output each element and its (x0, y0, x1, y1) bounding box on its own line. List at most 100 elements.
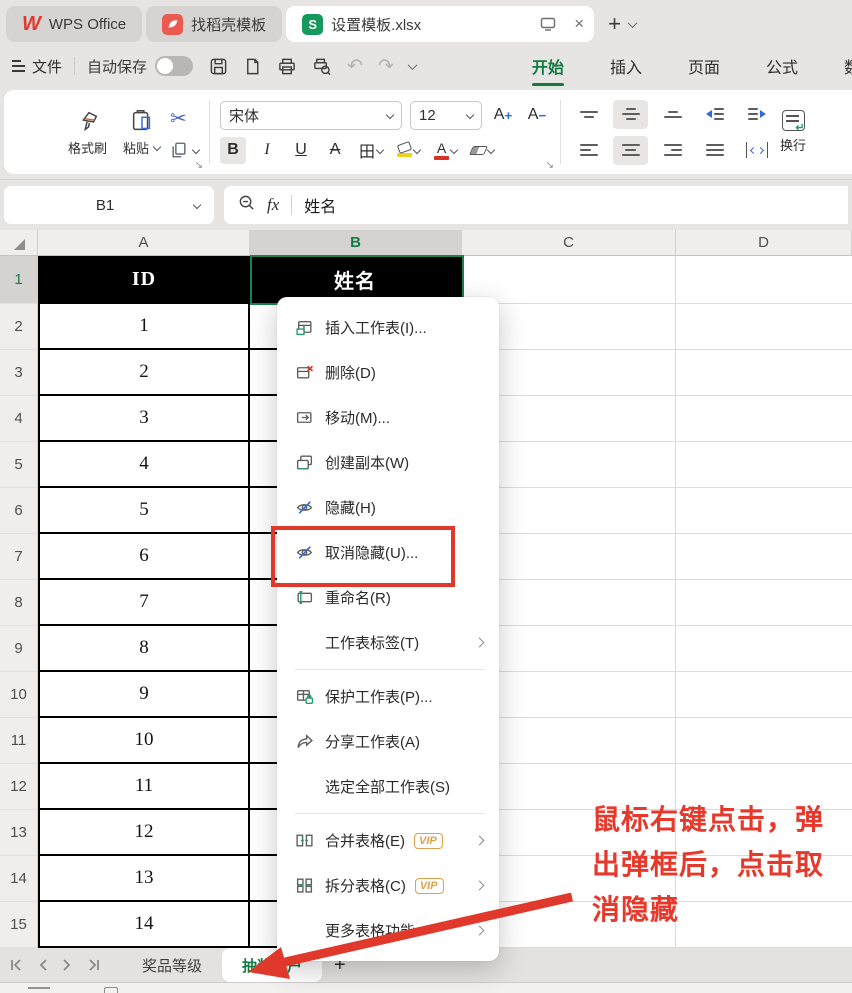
cell-col-a[interactable]: 14 (38, 902, 250, 948)
paste-button[interactable]: 粘贴 (115, 104, 168, 161)
italic-button[interactable]: I (254, 137, 280, 164)
align-top-button[interactable] (571, 100, 606, 129)
cell-col-d[interactable] (676, 580, 852, 626)
cell-col-a[interactable]: 10 (38, 718, 250, 764)
tab-formula[interactable]: 公式 (764, 50, 800, 82)
cell-col-d[interactable] (676, 304, 852, 350)
enter-workspace-icon[interactable] (540, 17, 556, 31)
row-header[interactable]: 2 (0, 304, 38, 350)
align-bottom-button[interactable] (655, 100, 690, 129)
bold-button[interactable]: B (220, 137, 246, 164)
cell-col-a[interactable]: 9 (38, 672, 250, 718)
format-painter-button[interactable]: 格式刷 (60, 104, 115, 161)
menu-item[interactable]: 更多表格功能 (277, 908, 499, 953)
zoom-out-icon[interactable] (238, 194, 255, 216)
row-header[interactable]: 3 (0, 350, 38, 396)
cell-col-a[interactable]: 12 (38, 810, 250, 856)
cell-col-d[interactable] (676, 672, 852, 718)
tab-page[interactable]: 页面 (686, 50, 722, 82)
cell-a1[interactable]: ID (38, 256, 250, 304)
sheet-nav-prev-icon[interactable] (38, 959, 48, 971)
row-header[interactable]: 8 (0, 580, 38, 626)
row-header[interactable]: 1 (0, 256, 38, 304)
strikethrough-button[interactable]: A (322, 137, 348, 164)
tab-insert[interactable]: 插入 (608, 50, 644, 82)
tab-home[interactable]: 开始 (530, 50, 566, 82)
cell-col-a[interactable]: 13 (38, 856, 250, 902)
row-header[interactable]: 11 (0, 718, 38, 764)
row-header[interactable]: 9 (0, 626, 38, 672)
cell-d1[interactable] (676, 256, 852, 304)
menu-item[interactable]: 移动(M)... (277, 395, 499, 440)
fill-color-button[interactable] (394, 137, 423, 164)
row-header[interactable]: 12 (0, 764, 38, 810)
cell-col-a[interactable]: 7 (38, 580, 250, 626)
save-icon[interactable] (209, 57, 228, 76)
menu-item[interactable]: 选定全部工作表(S) (277, 764, 499, 809)
row-header[interactable]: 5 (0, 442, 38, 488)
row-header[interactable]: 7 (0, 534, 38, 580)
cell-col-d[interactable] (676, 626, 852, 672)
menu-item[interactable]: 创建副本(W) (277, 440, 499, 485)
document-tab[interactable]: S 设置模板.xlsx × (286, 6, 594, 42)
cell-col-d[interactable] (676, 442, 852, 488)
row-header[interactable]: 13 (0, 810, 38, 856)
output-pdf-icon[interactable] (243, 57, 262, 76)
column-header-b[interactable]: B (250, 230, 462, 256)
menu-item[interactable]: 重命名(R) (277, 575, 499, 620)
font-name-select[interactable]: 宋体 (220, 101, 402, 130)
cell-col-d[interactable] (676, 396, 852, 442)
menu-item[interactable]: 取消隐藏(U)... (277, 530, 499, 575)
align-left-button[interactable] (571, 136, 606, 165)
cell-col-a[interactable]: 1 (38, 304, 250, 350)
row-header[interactable]: 15 (0, 902, 38, 948)
row-header[interactable]: 14 (0, 856, 38, 902)
cell-col-a[interactable]: 6 (38, 534, 250, 580)
cell-col-a[interactable]: 2 (38, 350, 250, 396)
fx-icon[interactable]: fx (267, 195, 279, 215)
tab-list-chevron-icon[interactable] (628, 18, 638, 28)
column-header-a[interactable]: A (38, 230, 250, 256)
redo-icon[interactable] (378, 55, 394, 78)
quickbar-more-chevron-icon[interactable] (407, 60, 417, 70)
cell-col-d[interactable] (676, 488, 852, 534)
increase-font-button[interactable]: A+ (490, 102, 516, 129)
cell-col-d[interactable] (676, 350, 852, 396)
name-box[interactable]: B1 (4, 186, 214, 224)
cut-icon[interactable] (170, 106, 199, 131)
cell-col-a[interactable]: 3 (38, 396, 250, 442)
app-home-tab[interactable]: W WPS Office (6, 6, 142, 42)
sheet-nav-last-icon[interactable] (86, 959, 100, 971)
column-header-c[interactable]: C (462, 230, 676, 256)
sheet-tab-prizes[interactable]: 奖品等级 (122, 948, 222, 982)
file-menu[interactable]: 文件 (32, 56, 62, 77)
docer-template-tab[interactable]: 找稻壳模板 (146, 6, 282, 42)
decrease-indent-button[interactable] (697, 100, 732, 129)
menu-item[interactable]: 删除(D) (277, 350, 499, 395)
menu-item[interactable]: 插入工作表(I)... (277, 305, 499, 350)
font-size-select[interactable]: 12 (410, 101, 482, 130)
formula-input[interactable]: fx 姓名 (224, 186, 848, 224)
cell-c1[interactable] (462, 256, 676, 304)
increase-indent-button[interactable] (739, 100, 774, 129)
autosave-toggle[interactable] (155, 56, 193, 76)
cell-col-a[interactable]: 11 (38, 764, 250, 810)
wrap-text-button[interactable]: 换行 (780, 110, 806, 154)
menu-item[interactable]: 隐藏(H) (277, 485, 499, 530)
select-all-corner[interactable] (0, 230, 38, 256)
copy-icon[interactable] (170, 141, 199, 159)
menu-item[interactable]: 保护工作表(P)... (277, 674, 499, 719)
row-header[interactable]: 4 (0, 396, 38, 442)
menu-item[interactable]: 工作表标签(T) (277, 620, 499, 665)
cell-col-a[interactable]: 8 (38, 626, 250, 672)
align-right-button[interactable] (655, 136, 690, 165)
menu-item[interactable]: 合并表格(E)VIP (277, 818, 499, 863)
borders-button[interactable]: 田 (356, 137, 386, 164)
sheet-nav-first-icon[interactable] (10, 959, 24, 971)
sheet-nav-next-icon[interactable] (62, 959, 72, 971)
cell-col-a[interactable]: 4 (38, 442, 250, 488)
close-tab-icon[interactable]: × (574, 14, 584, 34)
decrease-font-button[interactable]: A− (524, 102, 550, 129)
menu-item[interactable]: 分享工作表(A) (277, 719, 499, 764)
cell-col-d[interactable] (676, 718, 852, 764)
